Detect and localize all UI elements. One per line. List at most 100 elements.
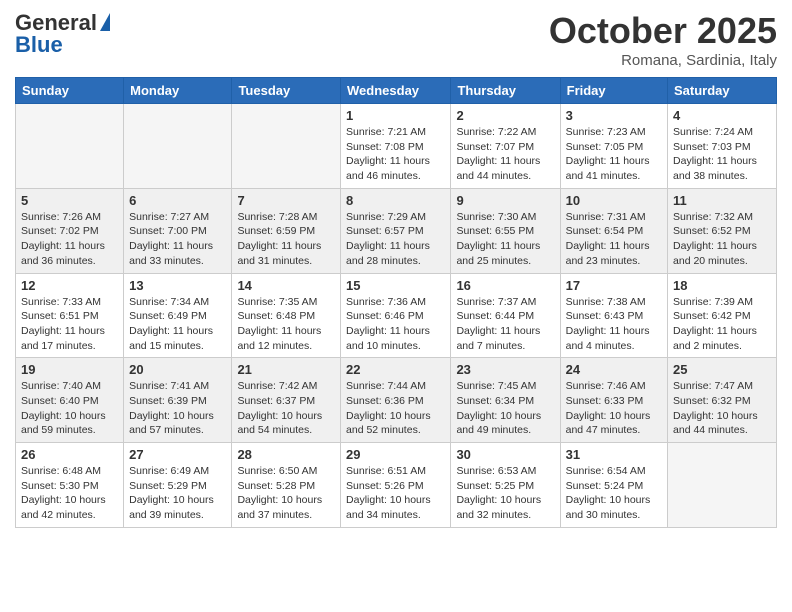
day-info: Sunrise: 7:42 AM Sunset: 6:37 PM Dayligh… [237, 379, 335, 438]
logo-triangle-icon [100, 13, 110, 31]
table-row: 18Sunrise: 7:39 AM Sunset: 6:42 PM Dayli… [668, 273, 777, 358]
location-subtitle: Romana, Sardinia, Italy [549, 52, 777, 69]
table-row: 21Sunrise: 7:42 AM Sunset: 6:37 PM Dayli… [232, 358, 341, 443]
table-row [124, 104, 232, 189]
calendar-week-row: 19 Sunrise: 7:40 AM Sunset: 6:40 PM Dayli… [16, 358, 777, 443]
table-row: 25 Sunrise: 7:47 AM Sunset: 6:32 PM Dayli… [668, 358, 777, 443]
day-number: 25 [673, 362, 771, 377]
day-number: 11 [673, 193, 771, 208]
title-area: October 2025 Romana, Sardinia, Italy [549, 10, 777, 69]
day-number: 31 [566, 447, 662, 462]
table-row: 30Sunrise: 6:53 AM Sunset: 5:25 PM Dayli… [451, 443, 560, 528]
day-number: 1 [346, 108, 445, 123]
day-info: Sunrise: 7:45 AM Sunset: 6:34 PM Dayligh… [456, 379, 554, 438]
day-number: 15 [346, 278, 445, 293]
day-info: Sunrise: 7:27 AM Sunset: 7:00 PM Dayligh… [129, 210, 226, 269]
table-row: 20Sunrise: 7:41 AM Sunset: 6:39 PM Dayli… [124, 358, 232, 443]
col-sunday: Sunday [16, 78, 124, 104]
calendar-week-row: 26Sunrise: 6:48 AM Sunset: 5:30 PM Dayli… [16, 443, 777, 528]
day-info: Sunrise: 7:26 AM Sunset: 7:02 PM Dayligh… [21, 210, 118, 269]
table-row: 28 Sunrise: 6:50 AM Sunset: 5:28 PM Dayli… [232, 443, 341, 528]
calendar-table: Sunday Monday Tuesday Wednesday Thursday… [15, 77, 777, 528]
day-number: 7 [237, 193, 335, 208]
day-info: Sunrise: 7:46 AM Sunset: 6:33 PM Dayligh… [566, 379, 662, 438]
table-row: 7 Sunrise: 7:28 AM Sunset: 6:59 PM Daylig… [232, 188, 341, 273]
table-row: 15 Sunrise: 7:36 AM Sunset: 6:46 PM Dayli… [341, 273, 451, 358]
table-row: 14 Sunrise: 7:35 AM Sunset: 6:48 PM Dayli… [232, 273, 341, 358]
day-number: 19 [21, 362, 118, 377]
day-number: 10 [566, 193, 662, 208]
day-number: 2 [456, 108, 554, 123]
day-number: 14 [237, 278, 335, 293]
table-row: 8 Sunrise: 7:29 AM Sunset: 6:57 PM Daylig… [341, 188, 451, 273]
day-info: Sunrise: 7:35 AM Sunset: 6:48 PM Dayligh… [237, 295, 335, 354]
day-info: Sunrise: 6:50 AM Sunset: 5:28 PM Dayligh… [237, 464, 335, 523]
day-info: Sunrise: 7:29 AM Sunset: 6:57 PM Dayligh… [346, 210, 445, 269]
day-number: 3 [566, 108, 662, 123]
table-row: 5Sunrise: 7:26 AM Sunset: 7:02 PM Daylig… [16, 188, 124, 273]
day-number: 27 [129, 447, 226, 462]
day-info: Sunrise: 7:44 AM Sunset: 6:36 PM Dayligh… [346, 379, 445, 438]
day-number: 8 [346, 193, 445, 208]
day-info: Sunrise: 7:28 AM Sunset: 6:59 PM Dayligh… [237, 210, 335, 269]
day-info: Sunrise: 6:49 AM Sunset: 5:29 PM Dayligh… [129, 464, 226, 523]
day-info: Sunrise: 7:31 AM Sunset: 6:54 PM Dayligh… [566, 210, 662, 269]
day-info: Sunrise: 7:40 AM Sunset: 6:40 PM Dayligh… [21, 379, 118, 438]
logo-blue: Blue [15, 32, 63, 58]
calendar-week-row: 1 Sunrise: 7:21 AM Sunset: 7:08 PM Daylig… [16, 104, 777, 189]
day-number: 13 [129, 278, 226, 293]
table-row: 2 Sunrise: 7:22 AM Sunset: 7:07 PM Daylig… [451, 104, 560, 189]
day-number: 18 [673, 278, 771, 293]
day-number: 23 [456, 362, 554, 377]
day-number: 30 [456, 447, 554, 462]
day-info: Sunrise: 7:32 AM Sunset: 6:52 PM Dayligh… [673, 210, 771, 269]
table-row [668, 443, 777, 528]
table-row: 10 Sunrise: 7:31 AM Sunset: 6:54 PM Dayli… [560, 188, 667, 273]
day-info: Sunrise: 7:24 AM Sunset: 7:03 PM Dayligh… [673, 125, 771, 184]
day-number: 24 [566, 362, 662, 377]
day-number: 16 [456, 278, 554, 293]
day-info: Sunrise: 7:47 AM Sunset: 6:32 PM Dayligh… [673, 379, 771, 438]
table-row: 31 Sunrise: 6:54 AM Sunset: 5:24 PM Dayli… [560, 443, 667, 528]
table-row: 27 Sunrise: 6:49 AM Sunset: 5:29 PM Dayli… [124, 443, 232, 528]
day-info: Sunrise: 7:36 AM Sunset: 6:46 PM Dayligh… [346, 295, 445, 354]
table-row: 29 Sunrise: 6:51 AM Sunset: 5:26 PM Dayli… [341, 443, 451, 528]
header: General Blue October 2025 Romana, Sardin… [15, 10, 777, 69]
table-row: 22 Sunrise: 7:44 AM Sunset: 6:36 PM Dayli… [341, 358, 451, 443]
calendar-week-row: 12 Sunrise: 7:33 AM Sunset: 6:51 PM Dayli… [16, 273, 777, 358]
table-row: 4 Sunrise: 7:24 AM Sunset: 7:03 PM Daylig… [668, 104, 777, 189]
day-number: 12 [21, 278, 118, 293]
day-number: 28 [237, 447, 335, 462]
table-row: 9Sunrise: 7:30 AM Sunset: 6:55 PM Daylig… [451, 188, 560, 273]
col-monday: Monday [124, 78, 232, 104]
month-title: October 2025 [549, 10, 777, 52]
day-info: Sunrise: 7:33 AM Sunset: 6:51 PM Dayligh… [21, 295, 118, 354]
table-row: 11 Sunrise: 7:32 AM Sunset: 6:52 PM Dayli… [668, 188, 777, 273]
day-info: Sunrise: 7:23 AM Sunset: 7:05 PM Dayligh… [566, 125, 662, 184]
day-number: 6 [129, 193, 226, 208]
table-row: 17Sunrise: 7:38 AM Sunset: 6:43 PM Dayli… [560, 273, 667, 358]
day-number: 4 [673, 108, 771, 123]
table-row: 23 Sunrise: 7:45 AM Sunset: 6:34 PM Dayli… [451, 358, 560, 443]
day-info: Sunrise: 7:21 AM Sunset: 7:08 PM Dayligh… [346, 125, 445, 184]
day-info: Sunrise: 7:22 AM Sunset: 7:07 PM Dayligh… [456, 125, 554, 184]
table-row: 3 Sunrise: 7:23 AM Sunset: 7:05 PM Daylig… [560, 104, 667, 189]
calendar-page: General Blue October 2025 Romana, Sardin… [0, 0, 792, 538]
day-info: Sunrise: 7:30 AM Sunset: 6:55 PM Dayligh… [456, 210, 554, 269]
table-row: 6 Sunrise: 7:27 AM Sunset: 7:00 PM Daylig… [124, 188, 232, 273]
table-row [232, 104, 341, 189]
table-row: 24 Sunrise: 7:46 AM Sunset: 6:33 PM Dayli… [560, 358, 667, 443]
table-row: 13Sunrise: 7:34 AM Sunset: 6:49 PM Dayli… [124, 273, 232, 358]
day-info: Sunrise: 6:54 AM Sunset: 5:24 PM Dayligh… [566, 464, 662, 523]
day-number: 22 [346, 362, 445, 377]
day-number: 26 [21, 447, 118, 462]
col-wednesday: Wednesday [341, 78, 451, 104]
table-row: 12 Sunrise: 7:33 AM Sunset: 6:51 PM Dayli… [16, 273, 124, 358]
calendar-week-row: 5Sunrise: 7:26 AM Sunset: 7:02 PM Daylig… [16, 188, 777, 273]
day-info: Sunrise: 6:51 AM Sunset: 5:26 PM Dayligh… [346, 464, 445, 523]
table-row: 1 Sunrise: 7:21 AM Sunset: 7:08 PM Daylig… [341, 104, 451, 189]
logo: General Blue [15, 10, 110, 58]
day-number: 29 [346, 447, 445, 462]
day-info: Sunrise: 7:41 AM Sunset: 6:39 PM Dayligh… [129, 379, 226, 438]
day-info: Sunrise: 7:37 AM Sunset: 6:44 PM Dayligh… [456, 295, 554, 354]
